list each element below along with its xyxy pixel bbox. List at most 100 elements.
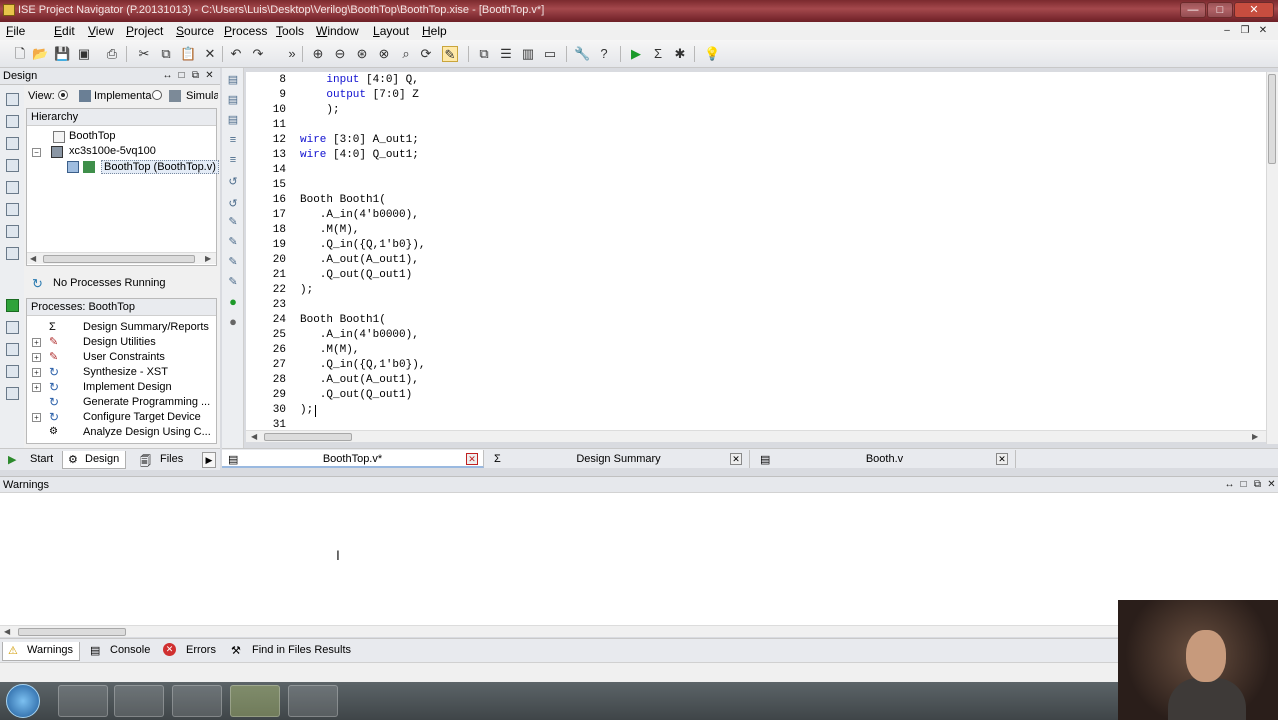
comment-icon[interactable]: ≡ (226, 134, 240, 146)
code-line[interactable]: .A_out(A_out1), (300, 374, 419, 386)
file-explorer-icon[interactable] (58, 685, 108, 717)
remove-source-icon[interactable] (6, 181, 19, 194)
tile-vertical-icon[interactable]: ▥ (520, 46, 536, 62)
editor-vscrollbar[interactable] (1266, 72, 1278, 444)
panel-restore-icon[interactable]: □ (1238, 479, 1249, 490)
scroll-left-icon[interactable]: ◀ (251, 432, 257, 441)
new-source-icon[interactable] (6, 225, 19, 238)
panel-float-icon[interactable]: ↔ (162, 70, 173, 81)
goto-line-icon[interactable]: ● (226, 295, 240, 308)
scroll-left-icon[interactable]: ◀ (30, 254, 36, 263)
paste-icon[interactable]: 📋 (180, 46, 196, 62)
tile-horizontal-icon[interactable]: ☰ (498, 46, 514, 62)
rerun-icon[interactable] (6, 321, 19, 334)
code-line[interactable]: ); (300, 104, 339, 116)
code-line[interactable]: ); (300, 404, 313, 416)
refresh-icon[interactable]: ⟳ (418, 46, 434, 62)
code-line[interactable]: .M(M), (300, 344, 360, 356)
open-folder-icon[interactable]: 📂 (32, 46, 48, 62)
tab-find-in-files[interactable]: Find in Files Results (228, 642, 351, 661)
warnings-output[interactable]: I (0, 493, 1278, 625)
code-line[interactable]: input [4:0] Q, (300, 74, 418, 86)
editor-hscrollbar[interactable]: ◀ ▶ (246, 430, 1266, 442)
process-design-utilities[interactable]: Design Utilities (83, 336, 156, 348)
stop-icon[interactable]: ✱ (672, 46, 688, 62)
implementation-radio[interactable] (58, 90, 68, 100)
menu-help[interactable]: Help (422, 24, 447, 38)
menu-window[interactable]: Window (316, 24, 359, 38)
expand-icon[interactable]: + (32, 368, 41, 377)
expand-icon[interactable]: + (32, 413, 41, 422)
menu-edit[interactable]: Edit (54, 24, 75, 38)
zoom-in-icon[interactable]: ⊕ (310, 46, 326, 62)
process-analyze-design[interactable]: Analyze Design Using C... (83, 426, 211, 438)
cut-icon[interactable]: ✂ (136, 46, 152, 62)
expand-collapse-icon[interactable]: − (32, 148, 41, 157)
menu-view[interactable]: View (88, 24, 114, 38)
copy-icon[interactable]: ⧉ (158, 46, 174, 62)
panel-restore-icon[interactable]: □ (176, 70, 187, 81)
more-icon[interactable]: » (284, 46, 300, 62)
code-line[interactable]: wire [3:0] A_out1; (300, 134, 419, 146)
scroll-right-icon[interactable]: ▶ (1252, 432, 1258, 441)
properties-icon[interactable] (6, 159, 19, 172)
warnings-hscrollbar[interactable]: ◀ (0, 625, 1118, 637)
screen-recorder-icon[interactable] (288, 685, 338, 717)
cascade-windows-icon[interactable]: ⧉ (476, 46, 492, 62)
simulation-view-option[interactable]: Simulat (186, 90, 218, 102)
save-all-icon[interactable]: ▣ (76, 46, 92, 62)
hierarchy-icon[interactable] (6, 137, 19, 150)
next-bookmark-icon[interactable]: ✎ (226, 236, 240, 248)
implementation-view-option[interactable]: Implementa (94, 90, 151, 102)
view-rtl-icon[interactable] (6, 247, 19, 260)
code-line[interactable]: .A_out(A_out1), (300, 254, 419, 266)
uncomment-icon[interactable]: ≡ (226, 154, 240, 166)
add-copy-source-icon[interactable] (6, 115, 19, 128)
mdi-close-icon[interactable]: ✕ (1256, 25, 1270, 38)
simulation-radio[interactable] (152, 90, 162, 100)
tab-start[interactable]: Start (8, 451, 53, 469)
code-line[interactable]: Booth Booth1( (300, 194, 386, 206)
code-line[interactable]: wire [4:0] Q_out1; (300, 149, 419, 161)
wrench-icon[interactable]: 🔧 (574, 46, 590, 62)
add-source-icon[interactable] (6, 93, 19, 106)
menu-tools[interactable]: Tools (276, 24, 304, 38)
doctab-booth[interactable]: ▤ Booth.v ✕ (754, 450, 1016, 468)
process-configure-target[interactable]: Configure Target Device (83, 411, 201, 423)
process-implement-design[interactable]: Implement Design (83, 381, 172, 393)
language-template-icon[interactable]: ● (226, 315, 240, 328)
run-icon[interactable]: ▶ (628, 46, 644, 62)
undo-icon[interactable]: ↶ (228, 46, 244, 62)
mdi-minimize-icon[interactable]: ‒ (1220, 25, 1234, 38)
close-button[interactable]: ✕ (1234, 2, 1274, 18)
expand-icon[interactable]: + (32, 353, 41, 362)
expand-icon[interactable]: + (32, 383, 41, 392)
menu-file[interactable]: File (6, 24, 25, 38)
process-generate-programming[interactable]: Generate Programming ... (83, 396, 210, 408)
zoom-fit-icon[interactable]: ⊗ (376, 46, 392, 62)
zoom-select-icon[interactable]: ⌕ (398, 46, 414, 62)
hierarchy-scroll-thumb[interactable] (43, 255, 195, 263)
zoom-full-icon[interactable]: ⊛ (354, 46, 370, 62)
start-orb-icon[interactable] (6, 684, 40, 718)
float-window-icon[interactable]: ▭ (542, 46, 558, 62)
tree-item-device[interactable]: xc3s100e-5vq100 (69, 145, 156, 157)
maximize-button[interactable]: □ (1207, 2, 1233, 18)
prev-bookmark-icon[interactable]: ✎ (226, 256, 240, 268)
editor-scroll-thumb[interactable] (264, 433, 352, 441)
delete-icon[interactable]: ✕ (202, 46, 218, 62)
panel-maximize-icon[interactable]: ⧉ (190, 70, 201, 81)
expand-all-icon[interactable] (6, 365, 19, 378)
zoom-out-icon[interactable]: ⊖ (332, 46, 348, 62)
menu-layout[interactable]: Layout (373, 24, 409, 38)
bookmark-icon[interactable]: ✎ (226, 216, 240, 228)
clear-bookmarks-icon[interactable]: ✎ (226, 276, 240, 288)
panel-float-icon[interactable]: ↔ (1224, 479, 1235, 490)
editor-vscroll-thumb[interactable] (1268, 74, 1276, 164)
editor-tool-icon[interactable]: ▤ (226, 94, 240, 106)
code-line[interactable]: .Q_out(Q_out1) (300, 389, 412, 401)
panel-close-icon[interactable]: ✕ (1266, 479, 1277, 490)
process-properties-icon[interactable] (6, 343, 19, 356)
doctab-boothtop[interactable]: ▤ BoothTop.v* ✕ (222, 450, 484, 468)
process-synthesize[interactable]: Synthesize - XST (83, 366, 168, 378)
